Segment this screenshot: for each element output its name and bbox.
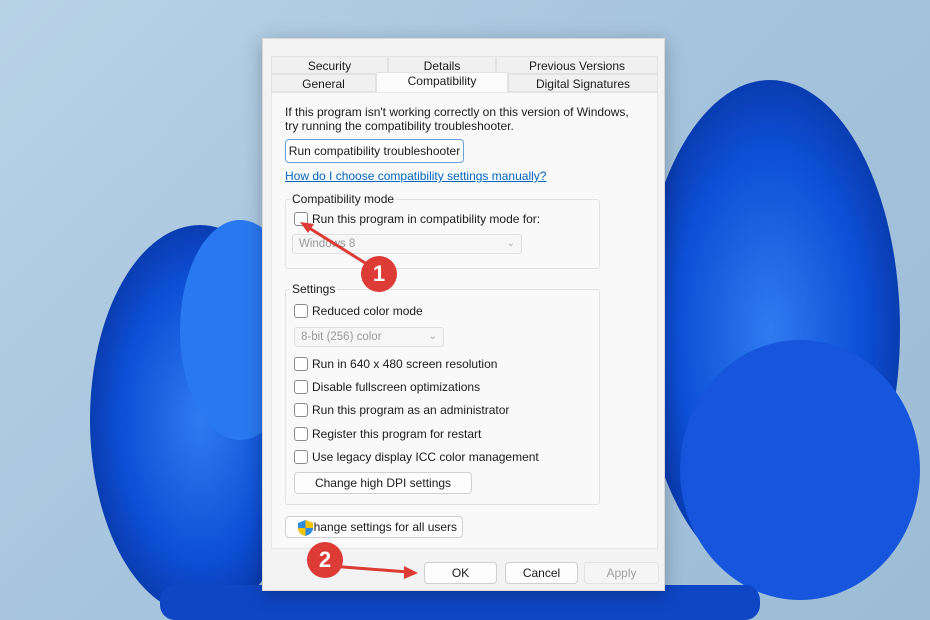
arrow-1 xyxy=(305,224,371,268)
annotation-arrows xyxy=(300,222,418,579)
annotation-badge-1: 1 xyxy=(361,256,397,292)
arrow-2 xyxy=(329,564,409,574)
arrow-2-head xyxy=(404,566,418,579)
annotation-badge-2: 2 xyxy=(307,542,343,578)
tab-compatibility[interactable]: Compatibility xyxy=(376,72,508,92)
